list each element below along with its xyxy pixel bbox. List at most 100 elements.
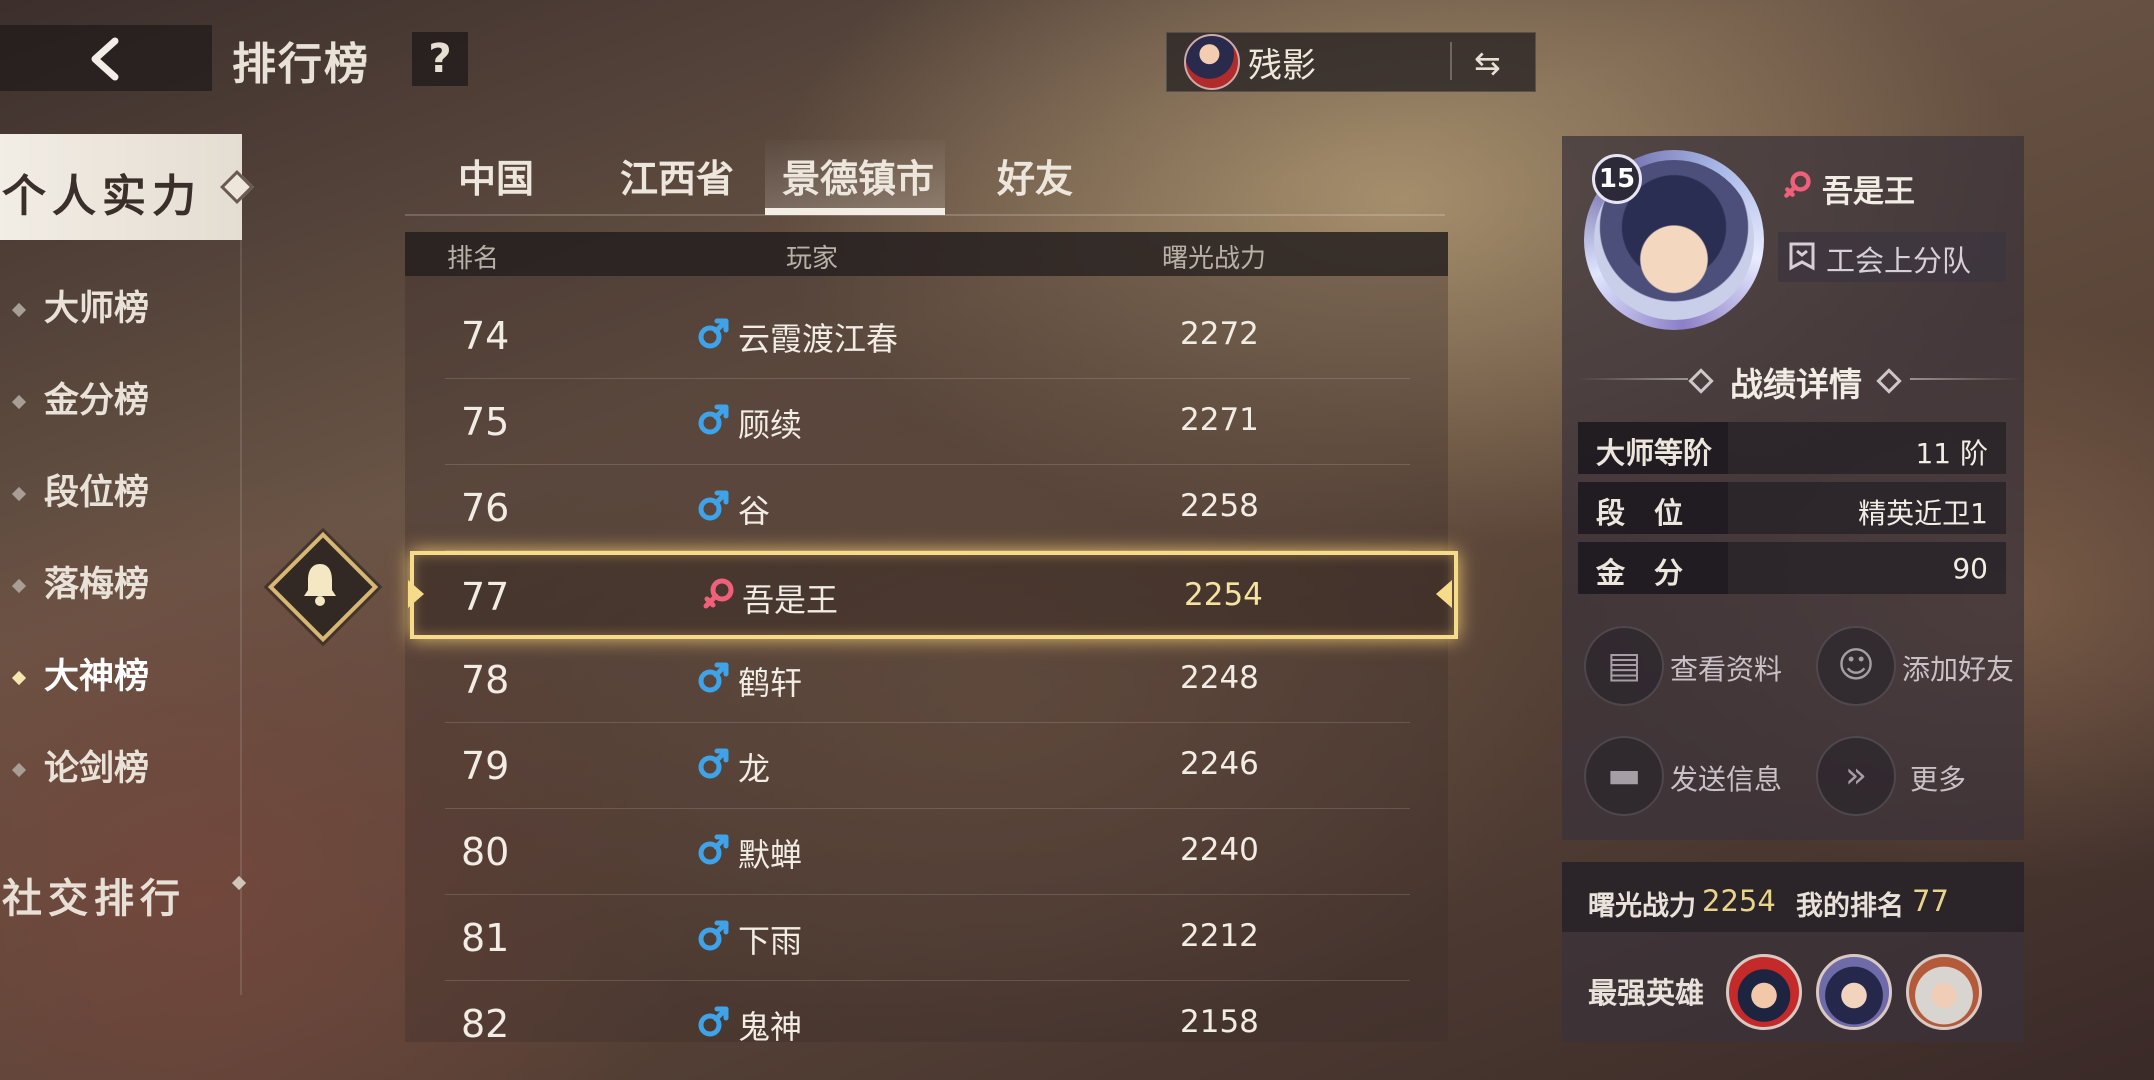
section-title: 战绩详情 xyxy=(1730,365,1862,404)
tab-underline xyxy=(765,208,945,215)
power-cell: 2248 xyxy=(1180,660,1259,696)
divider xyxy=(1578,378,1688,380)
tab-friends[interactable]: 好友 xyxy=(997,148,1073,203)
back-button[interactable] xyxy=(0,25,212,91)
send-message-button[interactable]: ▬ xyxy=(1584,736,1664,816)
sidebar-item-god[interactable]: 大神榜 xyxy=(11,648,150,699)
table-row[interactable]: 74 云霞渡江春 2272 xyxy=(445,292,1410,379)
player-name: 鹤轩 xyxy=(738,664,803,702)
male-icon xyxy=(697,488,731,522)
power-cell: 2258 xyxy=(1180,488,1259,524)
table-row[interactable]: 80 默蝉 2240 xyxy=(445,808,1410,895)
bell-icon xyxy=(304,564,336,606)
profile-name: 吾是王 xyxy=(1822,174,1915,210)
add-user-icon: ☺ xyxy=(1837,645,1875,686)
hero-avatar[interactable] xyxy=(1816,954,1892,1030)
selection-arrow-right-icon xyxy=(1436,580,1452,608)
add-friend-button[interactable]: ☺ xyxy=(1816,626,1896,706)
page-title: 排行榜 xyxy=(232,39,370,90)
switch-account-icon[interactable]: ⇆ xyxy=(1474,44,1501,82)
chat-bubble-icon: ▬ xyxy=(1606,755,1641,796)
stat-value: 11 阶 xyxy=(1915,437,1988,470)
column-header-power: 曙光战力 xyxy=(1162,244,1267,274)
bullet-icon xyxy=(11,302,27,318)
power-cell: 2272 xyxy=(1180,316,1259,352)
guild-banner-icon xyxy=(1789,242,1815,271)
stat-key: 大师等阶 xyxy=(1596,436,1713,470)
table-row-selected[interactable]: 77 吾是王 2254 xyxy=(410,551,1458,639)
rank-cell: 80 xyxy=(461,830,510,874)
document-icon: ▤ xyxy=(1606,645,1641,686)
view-profile-label[interactable]: 查看资料 xyxy=(1670,648,1782,688)
rank-cell: 75 xyxy=(461,400,510,444)
double-chevron-right-icon: » xyxy=(1844,755,1868,796)
player-name: 下雨 xyxy=(738,922,803,960)
female-icon xyxy=(1782,170,1812,200)
stat-key: 段 位 xyxy=(1596,496,1684,530)
player-name: 鬼神 xyxy=(738,1008,803,1046)
power-label: 曙光战力 xyxy=(1588,891,1696,922)
tab-province[interactable]: 江西省 xyxy=(620,148,734,203)
stat-key: 金 分 xyxy=(1596,556,1684,590)
player-name: 默蝉 xyxy=(738,836,803,874)
sidebar-item-tier[interactable]: 段位榜 xyxy=(11,464,150,515)
hero-avatar[interactable] xyxy=(1726,954,1802,1030)
stat-value: 精英近卫1 xyxy=(1858,497,1988,530)
column-header-rank: 排名 xyxy=(447,244,500,274)
sidebar-item-luomei[interactable]: 落梅榜 xyxy=(11,556,150,607)
sidebar-item-label: 大神榜 xyxy=(44,657,150,697)
sidebar-section-label: 个人实力 xyxy=(2,171,202,222)
power-cell: 2271 xyxy=(1180,402,1259,438)
selection-arrow-left-icon xyxy=(408,580,424,608)
bullet-icon xyxy=(11,394,27,410)
table-row[interactable]: 76 谷 2258 xyxy=(445,464,1410,551)
add-friend-label[interactable]: 添加好友 xyxy=(1902,648,2014,688)
player-name: 谷 xyxy=(738,492,771,530)
sidebar-section-personal[interactable]: 个人实力 xyxy=(0,134,242,240)
rank-cell: 76 xyxy=(461,486,510,530)
table-row[interactable]: 79 龙 2246 xyxy=(445,722,1410,809)
rank-cell: 78 xyxy=(461,658,510,702)
sidebar-item-gold[interactable]: 金分榜 xyxy=(11,372,149,423)
player-name: 云霞渡江春 xyxy=(738,320,899,358)
player-name: 顾续 xyxy=(738,406,803,444)
avatar xyxy=(1184,34,1240,90)
table-row[interactable]: 75 顾续 2271 xyxy=(445,378,1410,465)
power-cell: 2254 xyxy=(1184,577,1263,613)
rank-cell: 79 xyxy=(461,744,510,788)
more-label[interactable]: 更多 xyxy=(1910,758,1966,798)
top-heroes-label: 最强英雄 xyxy=(1588,976,1705,1010)
power-cell: 2240 xyxy=(1180,832,1259,868)
stat-row: 大师等阶 11 阶 xyxy=(1578,422,2006,474)
hero-avatar[interactable] xyxy=(1906,954,1982,1030)
sidebar-item-label: 落梅榜 xyxy=(44,565,150,605)
view-profile-button[interactable]: ▤ xyxy=(1584,626,1664,706)
player-name: 龙 xyxy=(738,750,771,788)
bullet-icon xyxy=(11,486,27,502)
male-icon xyxy=(697,918,731,952)
sidebar-item-label: 段位榜 xyxy=(44,473,150,513)
sidebar-item-duel[interactable]: 论剑榜 xyxy=(11,740,149,791)
column-header-player: 玩家 xyxy=(786,244,839,274)
divider xyxy=(1910,378,2020,380)
tab-city[interactable]: 景德镇市 xyxy=(782,148,934,203)
table-row[interactable]: 81 下雨 2212 xyxy=(445,894,1410,981)
power-cell: 2212 xyxy=(1180,918,1259,954)
table-row[interactable]: 78 鹤轩 2248 xyxy=(445,636,1410,723)
stat-row: 金 分 90 xyxy=(1578,542,2006,594)
male-icon xyxy=(697,402,731,436)
more-button[interactable]: » xyxy=(1816,736,1896,816)
guild-name: 工会上分队 xyxy=(1826,244,1972,278)
help-button[interactable]: ? xyxy=(412,32,468,86)
account-name: 残影 xyxy=(1248,46,1316,86)
male-icon xyxy=(697,746,731,780)
bullet-icon xyxy=(11,670,27,686)
sidebar-section-social[interactable]: 社交排行 xyxy=(2,866,186,924)
send-message-label[interactable]: 发送信息 xyxy=(1670,758,1782,798)
my-rank-value: 77 xyxy=(1912,884,1949,918)
level-badge: 15 xyxy=(1592,154,1642,204)
table-row[interactable]: 82 鬼神 2158 xyxy=(445,980,1410,1066)
sidebar-item-master[interactable]: 大师榜 xyxy=(11,280,149,331)
stat-value: 90 xyxy=(1952,552,1988,585)
tab-china[interactable]: 中国 xyxy=(458,148,534,203)
